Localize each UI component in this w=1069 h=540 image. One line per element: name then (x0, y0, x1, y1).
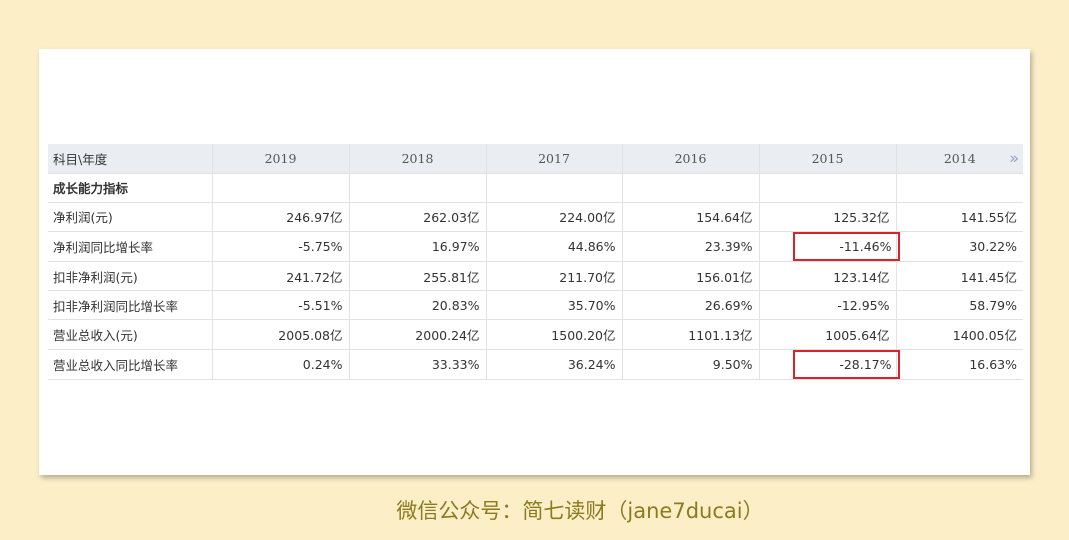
table-cell: 44.86% (486, 231, 623, 263)
table-cell: 30.22% (896, 231, 1023, 263)
table-cell: 20.83% (349, 290, 487, 321)
table-cell (622, 173, 760, 203)
table-cell: 33.33% (349, 349, 487, 380)
table-cell: 16.63% (896, 349, 1023, 380)
table-cell: 125.32亿 (759, 202, 897, 233)
year-header[interactable]: 2016 (622, 144, 760, 174)
table-cell: 224.00亿 (486, 202, 623, 233)
row-label: 扣非净利润同比增长率 (48, 290, 213, 321)
row-label: 营业总收入(元) (48, 319, 213, 350)
table-cell: -28.17% (759, 349, 900, 380)
table-cell: 16.97% (349, 231, 487, 263)
table-cell (486, 173, 623, 203)
table-header-row: 科目\年度 2019 2018 2017 2016 2015 2014 » (48, 144, 1024, 174)
more-columns-icon[interactable]: » (1009, 149, 1019, 168)
table-cell: 26.69% (622, 290, 760, 321)
table-cell: 246.97亿 (212, 202, 350, 233)
table-cell: 255.81亿 (349, 261, 487, 292)
table-cell: 156.01亿 (622, 261, 760, 292)
highlighted-value: -11.46% (793, 232, 900, 262)
table-row: 净利润(元) 246.97亿 262.03亿 224.00亿 154.64亿 125.32… (48, 202, 1023, 233)
table-cell: 0.24% (212, 349, 350, 380)
row-label: 营业总收入同比增长率 (48, 349, 213, 380)
table-cell: 2005.08亿 (212, 319, 350, 350)
table-cell: 36.24% (486, 349, 623, 380)
table-cell: -5.75% (212, 231, 350, 263)
table-row: 营业总收入(元) 2005.08亿 2000.24亿 1500.20亿 1101.13亿… (48, 319, 1023, 350)
table-cell: -12.95% (759, 290, 897, 321)
table-cell: 58.79% (896, 290, 1023, 321)
data-card: 科目\年度 2019 2018 2017 2016 2015 2014 » 成长… (39, 49, 1030, 475)
row-label: 净利润同比增长率 (48, 231, 213, 263)
year-header[interactable]: 2015 (759, 144, 897, 174)
header-label: 科目\年度 (48, 144, 213, 174)
table-cell: 141.55亿 (896, 202, 1023, 233)
table-cell: 1005.64亿 (759, 319, 897, 350)
table-cell: -5.51% (212, 290, 350, 321)
table-row: 扣非净利润(元) 241.72亿 255.81亿 211.70亿 156.01亿 123.… (48, 261, 1023, 292)
financial-table: 科目\年度 2019 2018 2017 2016 2015 2014 » 成长… (48, 144, 1023, 380)
year-header-wrap: 2014 » (897, 149, 1024, 168)
table-cell (349, 173, 487, 203)
watermark-caption: 微信公众号：简七读财（jane7ducai） (396, 499, 764, 523)
table-cell: -11.46% (759, 231, 900, 263)
year-header[interactable]: 2018 (349, 144, 487, 174)
table-cell: 154.64亿 (622, 202, 760, 233)
table-cell: 9.50% (622, 349, 760, 380)
table-cell: 262.03亿 (349, 202, 487, 233)
table-cell: 241.72亿 (212, 261, 350, 292)
table-row: 扣非净利润同比增长率 -5.51% 20.83% 35.70% 26.69% -12.95… (48, 290, 1023, 321)
table-row: 营业总收入同比增长率 0.24% 33.33% 36.24% 9.50% -28.17% 1… (48, 349, 1023, 380)
table-cell: 1400.05亿 (896, 319, 1023, 350)
year-header-last: 2014 » (896, 144, 1024, 174)
row-label: 净利润(元) (48, 202, 213, 233)
section-label: 成长能力指标 (48, 173, 213, 203)
table-cell: 123.14亿 (759, 261, 897, 292)
year-header[interactable]: 2017 (486, 144, 623, 174)
table-cell: 1500.20亿 (486, 319, 623, 350)
year-header[interactable]: 2014 (944, 151, 976, 166)
highlighted-value: -28.17% (793, 349, 900, 379)
table-cell: 2000.24亿 (349, 319, 487, 350)
table-cell: 211.70亿 (486, 261, 623, 292)
row-label: 扣非净利润(元) (48, 261, 213, 292)
table-cell: 35.70% (486, 290, 623, 321)
table-cell (759, 173, 897, 203)
table-cell: 1101.13亿 (622, 319, 760, 350)
year-header[interactable]: 2019 (212, 144, 350, 174)
table-row: 净利润同比增长率 -5.75% 16.97% 44.86% 23.39% -11.46% 3… (48, 231, 1023, 263)
table-cell: 23.39% (622, 231, 760, 263)
table-cell (896, 173, 1023, 203)
table-cell (212, 173, 350, 203)
table-row: 成长能力指标 (48, 173, 1023, 203)
table-cell: 141.45亿 (896, 261, 1023, 292)
